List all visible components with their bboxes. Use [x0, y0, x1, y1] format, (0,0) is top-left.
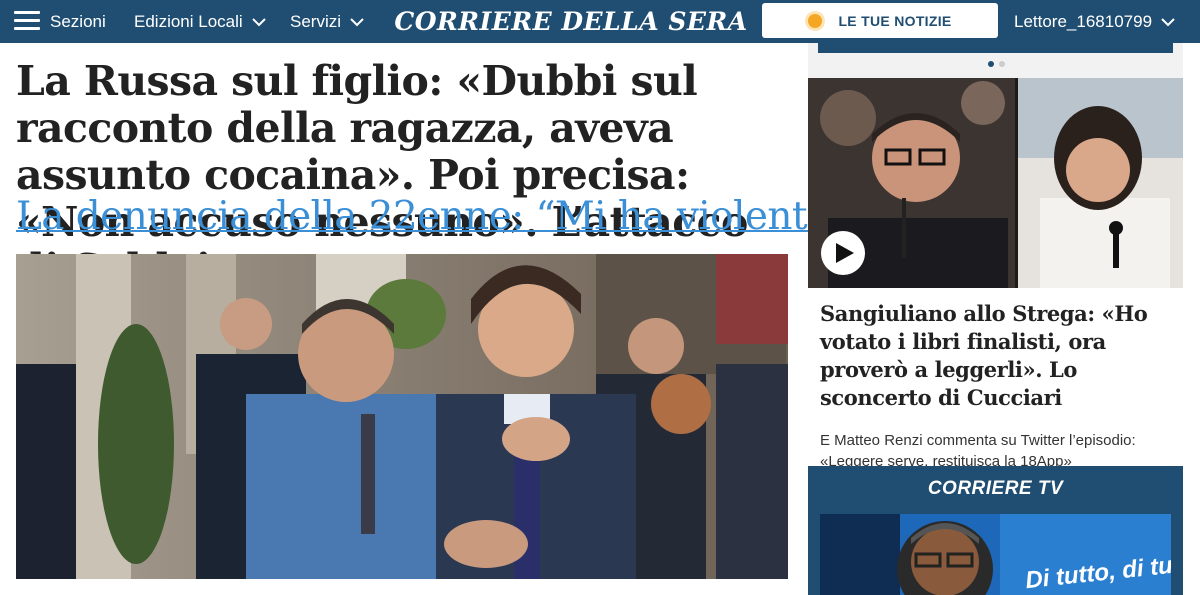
- user-name-label: Lettore_16810799: [1014, 11, 1153, 31]
- side-story-video-thumbnail[interactable]: [808, 78, 1183, 288]
- local-editions-label: Edizioni Locali: [134, 11, 243, 31]
- local-editions-dropdown[interactable]: Edizioni Locali: [134, 0, 267, 43]
- services-dropdown[interactable]: Servizi: [290, 0, 365, 43]
- chevron-down-icon: [251, 14, 267, 30]
- chevron-down-icon: [1160, 14, 1176, 30]
- right-column: Sangiuliano allo Strega: «Ho votato i li…: [808, 43, 1183, 595]
- carousel-dot-2[interactable]: [999, 61, 1005, 67]
- hamburger-icon[interactable]: [14, 11, 40, 31]
- side-story-headline[interactable]: Sangiuliano allo Strega: «Ho votato i li…: [820, 300, 1175, 412]
- side-story-card[interactable]: Sangiuliano allo Strega: «Ho votato i li…: [808, 78, 1183, 484]
- user-account-dropdown[interactable]: Lettore_16810799: [1014, 0, 1176, 43]
- dot-icon: [808, 13, 823, 28]
- main-story-photo[interactable]: [16, 254, 788, 579]
- play-icon[interactable]: [821, 231, 865, 275]
- top-navigation-bar: Sezioni Edizioni Locali Servizi CORRIERE…: [0, 0, 1200, 43]
- related-story-link[interactable]: La denuncia della 22enne: “Mi ha violent…: [16, 194, 887, 240]
- carousel-top-strip: [818, 43, 1173, 53]
- corriere-tv-thumbnail[interactable]: Di tutto, di tutti.: [820, 514, 1171, 595]
- services-label: Servizi: [290, 11, 342, 31]
- chevron-down-icon: [349, 14, 365, 30]
- sections-menu-button[interactable]: Sezioni: [50, 0, 106, 43]
- carousel-dots: [988, 61, 1005, 67]
- my-news-button[interactable]: LE TUE NOTIZIE: [762, 3, 998, 38]
- corriere-logo[interactable]: CORRIERE DELLA SERA: [394, 5, 747, 37]
- corriere-tv-logo: CORRIERE TV: [927, 478, 1064, 499]
- corriere-tv-box[interactable]: CORRIERE TV Di tutto, di tutti.: [808, 466, 1183, 595]
- carousel-dot-1[interactable]: [988, 61, 994, 67]
- sections-menu-label: Sezioni: [50, 11, 106, 31]
- my-news-label: LE TUE NOTIZIE: [838, 12, 952, 29]
